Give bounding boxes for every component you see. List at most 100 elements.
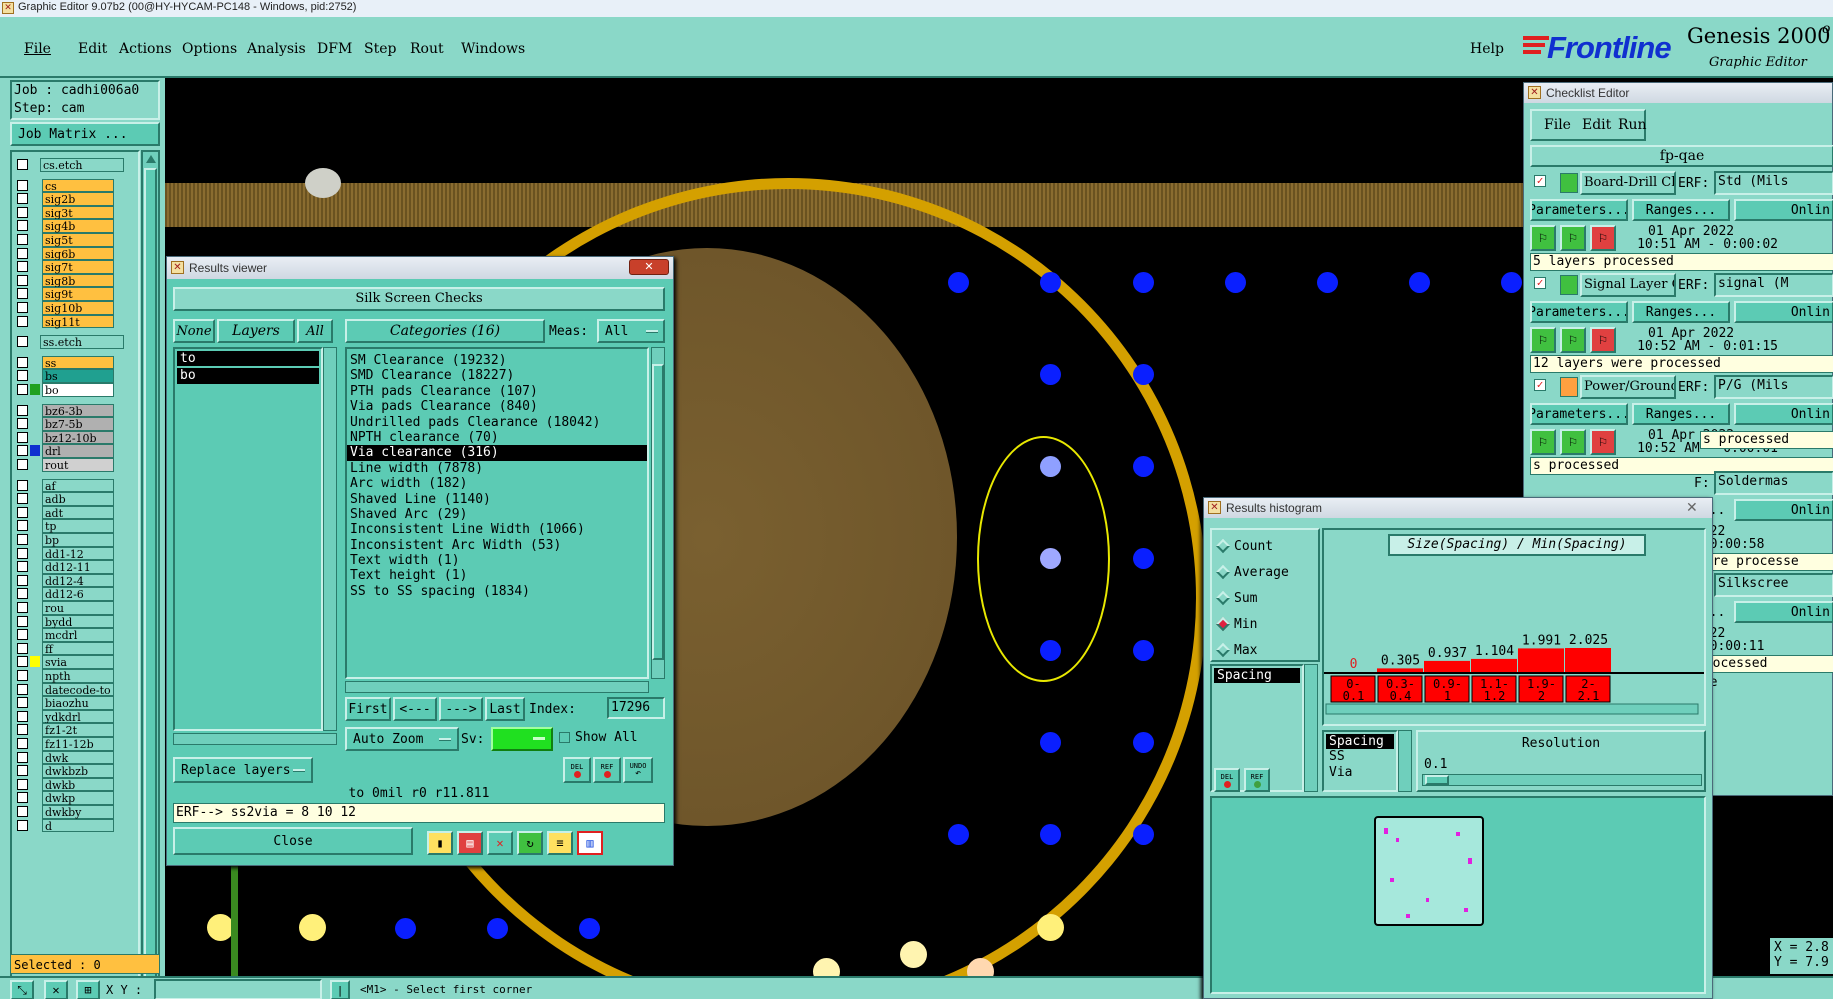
layer-checkbox[interactable] [17,615,28,627]
replace-layers-dropdown[interactable]: Replace layers [173,757,313,783]
category-item[interactable]: SM Clearance (19232) [347,353,647,368]
radio-icon[interactable] [1215,538,1231,554]
layer-sig11t[interactable]: sig11t [42,314,114,328]
close-window-button[interactable]: ✕ [629,259,669,275]
layer-checkbox[interactable] [17,765,28,777]
radio-icon[interactable] [1215,642,1231,658]
hist-ref-button[interactable]: REF [1244,768,1270,792]
measure-list-scrollbar[interactable] [1398,730,1412,792]
layer-dwkbzb[interactable]: dwkbzb [42,764,114,778]
menu-edit[interactable]: Edit [78,41,119,57]
category-item[interactable]: NPTH clearance (70) [347,430,647,445]
online-button[interactable]: Onlin [1734,199,1833,221]
category-item[interactable]: Shaved Line (1140) [347,492,647,507]
layer-checkbox[interactable] [17,697,28,709]
first-button[interactable]: First [345,697,391,721]
layer-checkbox[interactable] [17,431,28,443]
layer-dd12-6[interactable]: dd12-6 [42,587,114,601]
layer-sig4b[interactable]: sig4b [42,219,114,233]
option-min[interactable]: Min [1215,614,1257,634]
item-erf-field[interactable]: Silkscree [1714,573,1833,597]
layer-dwkby[interactable]: dwkby [42,805,114,819]
item-check-icon[interactable]: ✓ [1534,277,1546,289]
category-item[interactable]: Text width (1) [347,553,647,568]
layer-checkbox[interactable] [17,574,28,586]
category-list[interactable]: SM Clearance (19232) SMD Clearance (18227… [345,347,649,679]
layer-checkbox[interactable] [17,629,28,641]
radio-icon[interactable] [1215,590,1231,606]
item-check-icon[interactable]: ✓ [1534,379,1546,391]
category-item[interactable]: PTH pads Clearance (107) [347,384,647,399]
item-name[interactable]: Signal Layer Ch [1580,273,1676,297]
prev-button[interactable]: <--- [393,697,437,721]
radio-icon[interactable] [1215,616,1231,632]
layer-fz11-12b[interactable]: fz11-12b [42,737,114,751]
online-button[interactable]: Onlin [1734,499,1833,521]
undo-button[interactable]: UNDO ↶ [623,757,653,783]
layer-ss.etch[interactable]: ss.etch [40,335,124,349]
layer-checkbox[interactable] [17,445,28,457]
layer-checkbox[interactable] [17,493,28,505]
layer-checkbox[interactable] [17,315,28,327]
menu-step[interactable]: Step [364,41,410,57]
del-button[interactable]: DEL [563,757,591,783]
layer-checkbox[interactable] [17,356,28,368]
all-layers-button[interactable]: All [297,319,333,343]
close-icon[interactable]: ✕ [1686,499,1698,516]
layer-sig9t[interactable]: sig9t [42,287,114,301]
tool-icon-4[interactable]: ↻ [517,831,543,855]
layers-button[interactable]: Layers [217,319,295,343]
layer-checkbox[interactable] [17,602,28,613]
layer-sig10b[interactable]: sig10b [42,301,114,315]
layer-cs.etch[interactable]: cs.etch [40,158,124,172]
chart-icon[interactable]: ▥ [577,831,603,855]
category-item[interactable]: Line width (7878) [347,461,647,476]
category-item-selected[interactable]: Via clearance (316) [347,445,647,461]
layer-checkbox[interactable] [17,751,28,763]
show-all-checkbox[interactable] [559,732,570,743]
layer-bs[interactable]: bs [42,369,114,383]
layer-dwkp[interactable]: dwkp [42,791,114,805]
layer-checkbox[interactable] [17,642,28,654]
layer-list-scrollbar[interactable] [323,347,337,731]
scroll-thumb[interactable] [144,168,157,994]
layer-checkbox[interactable] [17,683,28,695]
measure-item[interactable]: Spacing [1326,734,1394,750]
mode-button[interactable]: | [330,980,350,999]
layer-d[interactable]: d [42,818,114,832]
layer-ff[interactable]: ff [42,641,114,656]
parameters-button[interactable]: Parameters... [1530,403,1628,425]
online-button[interactable]: Onlin [1734,301,1833,323]
menu-windows[interactable]: Windows [461,41,531,57]
layer-checkbox[interactable] [17,778,28,790]
layer-dwk[interactable]: dwk [42,750,114,764]
layer-sig6b[interactable]: sig6b [42,246,114,260]
measure-list[interactable]: Spacing SS Via [1322,730,1398,792]
layer-checkbox[interactable] [17,506,28,518]
menu-rout[interactable]: Rout [410,41,461,57]
layer-checkbox[interactable] [17,159,28,170]
job-matrix-button[interactable]: Job Matrix ... [10,122,160,146]
category-item[interactable]: Undrilled pads Clearance (18042) [347,415,647,430]
ranges-button[interactable]: Ranges... [1632,199,1730,221]
category-item[interactable]: Arc width (182) [347,476,647,491]
layer-npth[interactable]: npth [42,669,114,683]
layer-checkbox[interactable] [17,656,28,668]
results-layer-list[interactable]: to bo [173,347,323,731]
layer-checkbox[interactable] [17,710,28,722]
layer-checkbox[interactable] [17,547,28,559]
hist-del-button[interactable]: DEL [1214,768,1240,792]
layer-checkbox[interactable] [17,179,28,191]
layer-checkbox[interactable] [17,404,28,416]
xy-input[interactable] [154,979,322,999]
layer-dwkb[interactable]: dwkb [42,777,114,792]
spacing-list-scrollbar[interactable] [1304,664,1318,792]
slider-handle[interactable] [1425,775,1449,785]
layer-scrollbar[interactable] [141,150,160,999]
layer-checkbox[interactable] [17,459,28,470]
grid-icon[interactable]: ⊞ [76,980,100,999]
tool-icon-2[interactable]: ▤ [457,831,483,855]
menu-analysis[interactable]: Analysis [247,41,317,57]
option-max[interactable]: Max [1215,640,1257,660]
parameters-button[interactable]: Parameters... [1530,301,1628,323]
